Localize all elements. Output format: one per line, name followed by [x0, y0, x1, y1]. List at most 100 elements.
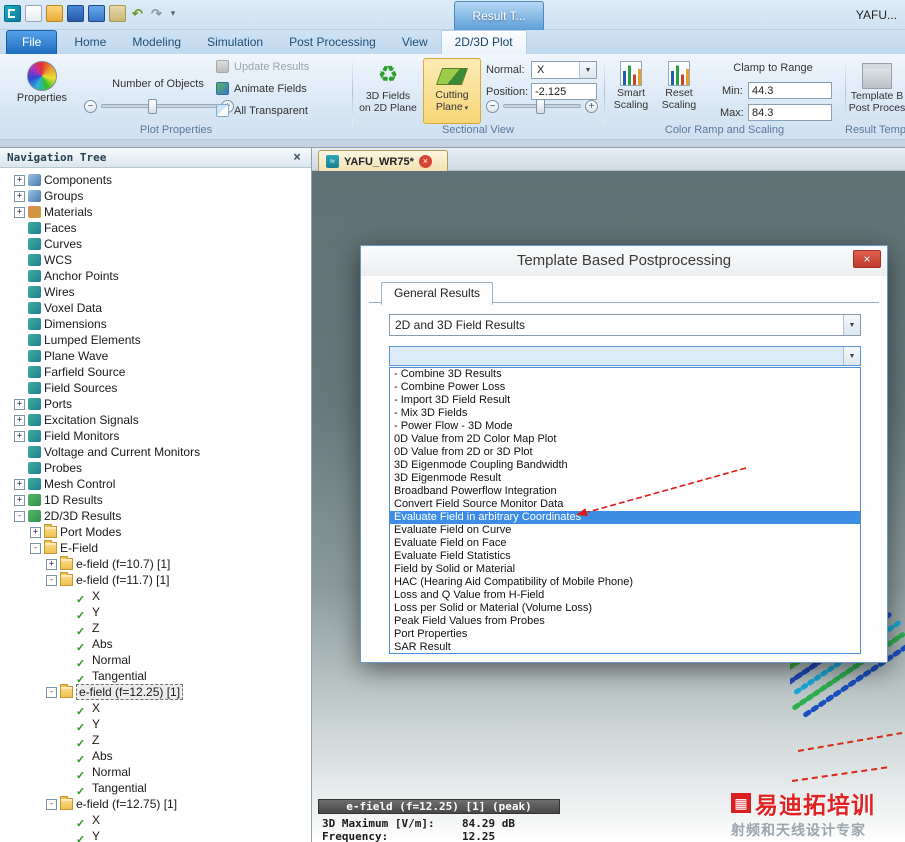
tree-item[interactable]: Voltage and Current Monitors — [0, 444, 311, 460]
tree-item[interactable]: - 2D/3D Results — [0, 508, 311, 524]
tree-item[interactable]: Abs — [0, 748, 311, 764]
tree-expander-icon[interactable]: + — [14, 478, 25, 490]
slider-track[interactable] — [101, 99, 217, 114]
template-list-item[interactable]: - Mix 3D Fields — [390, 407, 860, 420]
tree-item[interactable]: WCS — [0, 252, 311, 268]
tree-expander-icon[interactable]: + — [14, 206, 25, 218]
cutting-plane-button[interactable]: Cutting Plane ▾ — [423, 58, 481, 124]
max-input[interactable] — [748, 104, 832, 121]
tree-expander-icon[interactable]: + — [14, 494, 25, 506]
tree-item[interactable]: Wires — [0, 284, 311, 300]
combo-arrow-icon[interactable]: ▼ — [843, 347, 860, 365]
all-transparent-button[interactable]: All Transparent — [216, 104, 308, 117]
tree-expander-icon[interactable]: + — [30, 526, 41, 538]
tree-expander-icon[interactable]: - — [46, 798, 57, 810]
template-list-item[interactable]: Evaluate Field in arbitrary Coordinates — [390, 511, 860, 524]
tree-item[interactable]: Z — [0, 732, 311, 748]
save-icon[interactable] — [67, 5, 84, 22]
template-list-item[interactable]: 3D Eigenmode Coupling Bandwidth — [390, 459, 860, 472]
tree-item[interactable]: Lumped Elements — [0, 332, 311, 348]
tree-item[interactable]: - e-field (f=11.7) [1] — [0, 572, 311, 588]
tree-item[interactable]: X — [0, 812, 311, 828]
tree-item[interactable]: X — [0, 588, 311, 604]
tree-item[interactable]: + Groups — [0, 188, 311, 204]
contextual-tab-result-templates[interactable]: Result T... — [454, 1, 544, 30]
tree-item[interactable]: - e-field (f=12.75) [1] — [0, 796, 311, 812]
open-file-icon[interactable] — [46, 5, 63, 22]
template-list-item[interactable]: - Combine 3D Results — [390, 368, 860, 381]
template-based-postprocessing-button[interactable]: Template B Post Proces — [849, 58, 905, 124]
tree-expander-icon[interactable]: + — [14, 174, 25, 186]
new-file-icon[interactable] — [25, 5, 42, 22]
template-combobox[interactable]: ▼ — [389, 346, 861, 366]
tree-item[interactable]: + Mesh Control — [0, 476, 311, 492]
tree-item[interactable]: Normal — [0, 652, 311, 668]
template-list-item[interactable]: 0D Value from 2D Color Map Plot — [390, 433, 860, 446]
template-list-item[interactable]: Evaluate Field Statistics — [390, 550, 860, 563]
cst-logo-icon[interactable] — [4, 5, 21, 22]
slider-increase-icon[interactable]: + — [585, 99, 598, 113]
template-list-item[interactable]: Peak Field Values from Probes — [390, 615, 860, 628]
document-close-icon[interactable]: × — [418, 155, 432, 168]
slider-decrease-icon[interactable]: − — [486, 99, 499, 113]
ribbon-tab[interactable]: Modeling — [119, 31, 194, 54]
tree-expander-icon[interactable]: - — [46, 574, 57, 586]
tree-item[interactable]: + Port Modes — [0, 524, 311, 540]
tree-item[interactable]: Tangential — [0, 780, 311, 796]
tree-item[interactable]: Y — [0, 604, 311, 620]
ribbon-tab[interactable]: View — [389, 31, 441, 54]
template-list-item[interactable]: 0D Value from 2D or 3D Plot — [390, 446, 860, 459]
normal-combobox[interactable]: X ▼ — [531, 61, 597, 79]
undo-icon[interactable]: ↶ — [130, 5, 145, 22]
template-list-item[interactable]: Loss per Solid or Material (Volume Loss) — [390, 602, 860, 615]
tree-item[interactable]: + Excitation Signals — [0, 412, 311, 428]
template-list-item[interactable]: Broadband Powerflow Integration — [390, 485, 860, 498]
tree-item[interactable]: Plane Wave — [0, 348, 311, 364]
tree-item[interactable]: - E-Field — [0, 540, 311, 556]
reset-scaling-button[interactable]: Reset Scaling — [657, 58, 701, 124]
document-tab[interactable]: ≈ YAFU_WR75* × — [318, 150, 448, 172]
tree-item[interactable]: Field Sources — [0, 380, 311, 396]
tree-item[interactable]: Curves — [0, 236, 311, 252]
tree-item[interactable]: Normal — [0, 764, 311, 780]
template-list-item[interactable]: Field by Solid or Material — [390, 563, 860, 576]
redo-icon[interactable]: ↷ — [149, 5, 164, 22]
tree-expander-icon[interactable]: - — [14, 510, 25, 522]
template-list-item[interactable]: HAC (Hearing Aid Compatibility of Mobile… — [390, 576, 860, 589]
tree-item[interactable]: Farfield Source — [0, 364, 311, 380]
combo-arrow-icon[interactable]: ▼ — [843, 315, 860, 335]
tree-expander-icon[interactable]: + — [14, 190, 25, 202]
tree-item[interactable]: - e-field (f=12.25) [1] — [0, 684, 311, 700]
template-list-item[interactable]: SAR Result — [390, 641, 860, 653]
tree-expander-icon[interactable]: + — [46, 558, 57, 570]
panel-close-icon[interactable]: × — [290, 150, 304, 165]
paste-icon[interactable] — [109, 5, 126, 22]
tree-item[interactable]: Abs — [0, 636, 311, 652]
min-input[interactable] — [748, 82, 832, 99]
slider-track[interactable] — [503, 99, 581, 114]
combo-arrow-icon[interactable]: ▼ — [579, 62, 596, 78]
properties-button[interactable]: Properties — [12, 58, 72, 124]
position-slider[interactable]: − + — [486, 98, 598, 114]
tree-expander-icon[interactable]: - — [30, 542, 41, 554]
tree-expander-icon[interactable]: + — [14, 414, 25, 426]
tree-expander-icon[interactable]: - — [46, 686, 57, 698]
tree-item[interactable]: + e-field (f=10.7) [1] — [0, 556, 311, 572]
tree-item[interactable]: + Ports — [0, 396, 311, 412]
tree-item[interactable]: Anchor Points — [0, 268, 311, 284]
tree-item[interactable]: + Components — [0, 172, 311, 188]
dialog-close-button[interactable]: × — [853, 250, 881, 268]
ribbon-tab[interactable]: 2D/3D Plot — [440, 30, 527, 54]
slider-thumb[interactable] — [535, 99, 545, 114]
ribbon-tab[interactable]: Simulation — [194, 31, 276, 54]
ribbon-tab[interactable]: Post Processing — [276, 31, 389, 54]
tree-item[interactable]: Y — [0, 828, 311, 842]
template-list-item[interactable]: - Power Flow - 3D Mode — [390, 420, 860, 433]
tree-item[interactable]: X — [0, 700, 311, 716]
save-all-icon[interactable] — [88, 5, 105, 22]
ribbon-tab[interactable]: Home — [61, 31, 119, 54]
template-list-item[interactable]: - Import 3D Field Result — [390, 394, 860, 407]
tree-item[interactable]: Z — [0, 620, 311, 636]
3d-fields-on-2d-plane-button[interactable]: ♻ 3D Fields on 2D Plane — [357, 58, 419, 124]
result-category-combobox[interactable]: 2D and 3D Field Results ▼ — [389, 314, 861, 336]
